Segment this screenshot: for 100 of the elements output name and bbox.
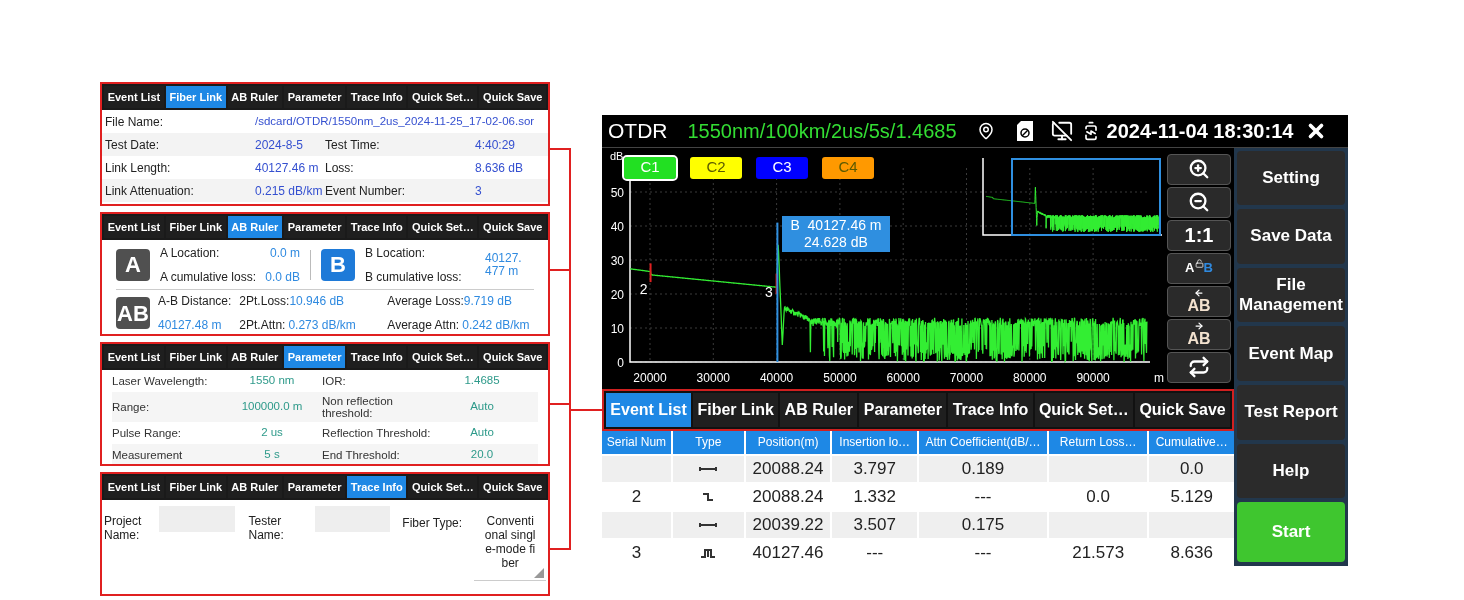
- dropdown-field[interactable]: Conventional single-mode fiber: [474, 514, 546, 581]
- field-value: 9.719 dB: [463, 293, 512, 310]
- event-number: 2: [639, 280, 648, 297]
- swap-button[interactable]: [1167, 351, 1231, 383]
- tab[interactable]: Event List: [104, 346, 164, 368]
- field-value: 1550 nm: [248, 373, 296, 389]
- cursor-loss: 24.628 dB: [804, 233, 868, 251]
- app-title: OTDR: [608, 118, 668, 144]
- column-header[interactable]: Return Loss…: [1048, 430, 1148, 454]
- axis-tick-label: 60000: [886, 370, 920, 385]
- table-cell: 3.507: [832, 511, 918, 538]
- field-label: End Threshold:: [322, 449, 401, 461]
- field-label: Project Name:: [104, 514, 143, 542]
- tab[interactable]: Quick Set…: [408, 86, 478, 108]
- tab[interactable]: Quick Save: [479, 346, 547, 368]
- axis-tick-label: 10: [610, 321, 624, 336]
- lock-button[interactable]: A B: [1167, 252, 1231, 284]
- marker-label: B: [1203, 259, 1213, 278]
- tab[interactable]: Quick Set…: [408, 346, 478, 368]
- field-label: 2Pt.Loss:: [239, 293, 290, 310]
- menu-button[interactable]: Event Map: [1237, 326, 1345, 382]
- field-value: 5 s: [263, 447, 281, 463]
- field-value: Auto: [469, 399, 495, 415]
- marker-label: AB: [1187, 331, 1211, 347]
- tab[interactable]: Fiber Link: [165, 346, 226, 368]
- field-value: Auto: [469, 425, 495, 441]
- tab[interactable]: Parameter: [284, 86, 346, 108]
- tab[interactable]: Fiber Link: [165, 86, 226, 108]
- menu-button[interactable]: Setting: [1237, 150, 1345, 206]
- field-value: 0.273 dB/km: [288, 317, 356, 334]
- tab[interactable]: Fiber Link: [165, 476, 226, 498]
- tab[interactable]: Event List: [104, 476, 164, 498]
- table-cell: 0.175: [919, 511, 1047, 538]
- tab[interactable]: Quick Set…: [1034, 392, 1134, 427]
- field-value: 20.0: [469, 447, 495, 463]
- tab[interactable]: Quick Set…: [408, 216, 478, 238]
- column-header[interactable]: Position(m): [745, 430, 831, 454]
- monitor-off-icon: [1050, 119, 1073, 142]
- tab[interactable]: Quick Save: [479, 476, 547, 498]
- field-label: A-B Distance:: [158, 293, 232, 310]
- column-header[interactable]: Type: [672, 430, 744, 454]
- field-value: 2 us: [260, 425, 284, 441]
- tab[interactable]: AB Ruler: [227, 476, 283, 498]
- move-markers-button[interactable]: AB: [1167, 285, 1231, 317]
- channel-chip[interactable]: C2: [690, 156, 742, 179]
- date-time: 2024-11-04 18:30:14: [1106, 118, 1294, 144]
- tab[interactable]: Parameter: [284, 346, 346, 368]
- field-value: 40127.46 m: [255, 159, 320, 177]
- column-header[interactable]: Serial Num: [602, 430, 671, 454]
- column-header[interactable]: Cumulative…: [1149, 430, 1234, 454]
- tab[interactable]: Quick Set…: [408, 476, 478, 498]
- tab[interactable]: AB Ruler: [227, 86, 283, 108]
- zoom-in-button[interactable]: [1167, 153, 1231, 185]
- tool-button[interactable]: 1:1: [1167, 219, 1231, 251]
- field-value: 8.636 dB: [475, 159, 525, 177]
- tab[interactable]: AB Ruler: [227, 216, 283, 238]
- tab[interactable]: Trace Info: [347, 216, 407, 238]
- tab[interactable]: Trace Info: [347, 476, 407, 498]
- tab[interactable]: Event List: [606, 392, 692, 427]
- menu-button[interactable]: Help: [1237, 443, 1345, 499]
- field-value: /sdcard/OTDR/1550nm_2us_2024-11-25_17-02-06.sor: [255, 113, 535, 129]
- field-label: B cumulative loss:: [365, 268, 463, 286]
- field-value: 1.4685: [463, 373, 501, 389]
- column-header[interactable]: Attn Coefficient(dB/…: [919, 430, 1047, 454]
- zoom-out-button[interactable]: [1167, 186, 1231, 218]
- axis-tick-label: 70000: [949, 370, 984, 385]
- channel-chip[interactable]: C3: [756, 156, 808, 179]
- tab[interactable]: Trace Info: [948, 392, 1033, 427]
- move-markers-button[interactable]: AB: [1167, 318, 1231, 350]
- tab[interactable]: Fiber Link: [165, 216, 226, 238]
- tab[interactable]: AB Ruler: [227, 346, 283, 368]
- menu-button[interactable]: Test Report: [1237, 385, 1345, 440]
- tab[interactable]: Fiber Link: [693, 392, 779, 427]
- tab[interactable]: Quick Save: [479, 86, 547, 108]
- field-value: 100000.0 m: [240, 399, 304, 415]
- tab[interactable]: Event List: [104, 86, 164, 108]
- field-label: Pulse Range:: [112, 427, 183, 439]
- tab[interactable]: Quick Save: [1135, 392, 1231, 427]
- corner-triangle-icon: [534, 568, 544, 578]
- tab[interactable]: AB Ruler: [780, 392, 858, 427]
- tab[interactable]: Parameter: [284, 476, 346, 498]
- axis-tick-label: 40: [610, 219, 624, 234]
- tab[interactable]: Trace Info: [347, 346, 407, 368]
- field-value: 4:40:29: [475, 136, 517, 154]
- marker-badge: B: [321, 248, 355, 281]
- tab[interactable]: Event List: [104, 216, 164, 238]
- field-label: Laser Wavelength:: [112, 375, 209, 387]
- column-header[interactable]: Insertion lo…: [832, 430, 918, 454]
- axis-tick-label: 80000: [1013, 370, 1047, 385]
- tab[interactable]: Parameter: [859, 392, 947, 427]
- tab[interactable]: Quick Save: [479, 216, 547, 238]
- marker-badge: AB: [116, 297, 150, 329]
- tab[interactable]: Parameter: [284, 216, 346, 238]
- menu-button[interactable]: Save Data: [1237, 209, 1345, 264]
- menu-button[interactable]: File Management: [1237, 267, 1345, 323]
- field-label: Loss:: [325, 159, 355, 177]
- axis-tick-label: 20: [610, 287, 624, 302]
- field-label: Tester Name:: [248, 514, 285, 542]
- tab[interactable]: Trace Info: [347, 86, 407, 108]
- field-label: Measurement: [112, 449, 184, 461]
